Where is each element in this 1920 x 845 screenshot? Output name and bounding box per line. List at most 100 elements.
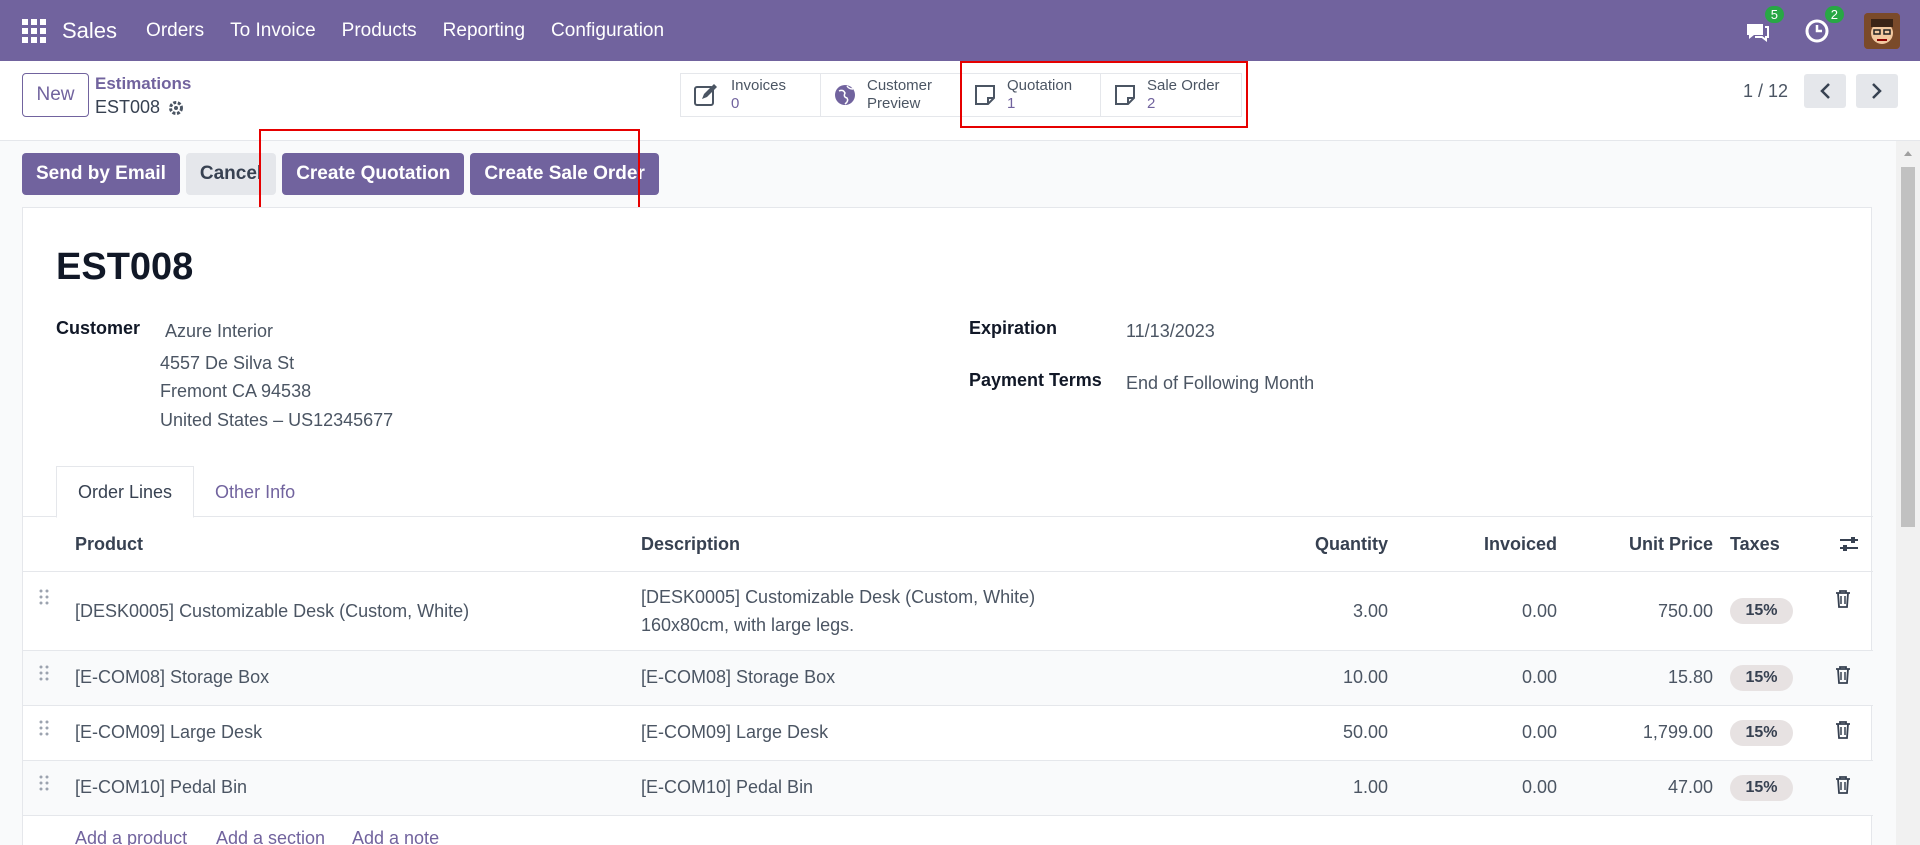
scroll-up-icon[interactable] [1903, 149, 1913, 157]
highlight-smart-buttons [960, 61, 1248, 128]
highlight-create-buttons [259, 129, 640, 212]
form-sheet: EST008 Customer Azure Interior 4557 De S… [22, 207, 1873, 845]
invoices-smart-button[interactable]: Invoices 0 [681, 74, 821, 116]
invoices-label: Invoices [731, 77, 787, 94]
table-row[interactable]: [E-COM10] Pedal Bin [E-COM10] Pedal Bin … [23, 761, 1873, 816]
scrollbar-thumb[interactable] [1901, 167, 1915, 527]
row-tax-badge: 15% [1730, 775, 1793, 801]
gear-icon[interactable] [168, 100, 184, 116]
page-scrollbar[interactable] [1896, 141, 1920, 845]
record-title: EST008 [56, 246, 194, 288]
row-invoiced: 0.00 [1521, 777, 1557, 797]
table-row[interactable]: [E-COM08] Storage Box [E-COM08] Storage … [23, 651, 1873, 706]
row-invoiced: 0.00 [1521, 601, 1557, 621]
pager-previous-button[interactable] [1804, 74, 1846, 108]
drag-handle-icon[interactable] [39, 720, 49, 736]
col-invoiced[interactable]: Invoiced [1453, 534, 1557, 555]
breadcrumb-current: EST008 [95, 97, 184, 118]
row-tax-badge: 15% [1730, 720, 1793, 746]
trash-icon[interactable] [1835, 776, 1851, 794]
activities-button[interactable]: 2 [1804, 5, 1844, 44]
row-quantity: 50.00 [1342, 722, 1388, 742]
pager: 1 / 12 [1743, 74, 1898, 108]
row-description: [E-COM10] Pedal Bin [641, 777, 814, 797]
chevron-left-icon [1820, 83, 1830, 99]
tab-order-lines[interactable]: Order Lines [56, 466, 195, 518]
table-row[interactable]: [DESK0005] Customizable Desk (Custom, Wh… [23, 572, 1873, 651]
row-product: [E-COM08] Storage Box [75, 667, 270, 687]
row-product: [E-COM10] Pedal Bin [75, 777, 248, 797]
breadcrumb-parent[interactable]: Estimations [95, 74, 191, 94]
menu-orders[interactable]: Orders [146, 20, 204, 42]
trash-icon[interactable] [1835, 590, 1851, 608]
messages-badge: 5 [1764, 5, 1784, 23]
pager-value[interactable]: 1 / 12 [1743, 81, 1788, 102]
row-product: [DESK0005] Customizable Desk (Custom, Wh… [75, 601, 470, 621]
row-product: [E-COM09] Large Desk [75, 722, 263, 742]
row-description: [DESK0005] Customizable Desk (Custom, Wh… [641, 587, 1036, 607]
table-row[interactable]: [E-COM09] Large Desk [E-COM09] Large Des… [23, 706, 1873, 761]
row-tax-badge: 15% [1730, 665, 1793, 691]
apps-menu-icon[interactable] [22, 18, 46, 43]
row-tax-badge: 15% [1730, 598, 1793, 624]
row-quantity: 3.00 [1352, 601, 1388, 621]
customer-preview-label-2: Preview [867, 95, 921, 112]
notebook-tabs: Order Lines Other Info [56, 466, 316, 518]
top-navbar: Sales Orders To Invoice Products Reporti… [0, 0, 1920, 61]
customer-address-line2: Fremont CA 94538 [160, 381, 312, 401]
trash-icon[interactable] [1835, 666, 1851, 684]
invoices-count: 0 [731, 95, 740, 112]
add-product-link[interactable]: Add a product [75, 828, 187, 845]
row-description: [E-COM09] Large Desk [641, 722, 829, 742]
expiration-value[interactable]: 11/13/2023 [1126, 321, 1215, 342]
tab-other-info[interactable]: Other Info [194, 466, 316, 518]
customer-label: Customer [56, 318, 141, 338]
breadcrumb-current-label: EST008 [95, 97, 161, 117]
activities-badge: 2 [1824, 5, 1844, 23]
messages-button[interactable]: 5 [1744, 5, 1784, 44]
payment-terms-value[interactable]: End of Following Month [1126, 373, 1314, 394]
optional-columns-icon[interactable] [1839, 535, 1859, 553]
customer-address-line3: United States – US12345677 [160, 410, 394, 430]
menu-to-invoice[interactable]: To Invoice [230, 20, 316, 42]
row-quantity: 10.00 [1342, 667, 1388, 687]
customer-name[interactable]: Azure Interior [165, 321, 273, 342]
col-quantity[interactable]: Quantity [1288, 534, 1388, 555]
chat-icon [1747, 23, 1769, 42]
row-description: [E-COM08] Storage Box [641, 667, 836, 687]
trash-icon[interactable] [1835, 721, 1851, 739]
pager-next-button[interactable] [1856, 74, 1898, 108]
add-note-link[interactable]: Add a note [352, 828, 439, 845]
order-lines-header: Product Description Quantity Invoiced Un… [23, 517, 1873, 572]
payment-terms-label: Payment Terms [969, 370, 1102, 390]
globe-icon [835, 85, 855, 105]
row-quantity: 1.00 [1352, 777, 1388, 797]
row-unit-price: 15.80 [1667, 667, 1713, 687]
menu-products[interactable]: Products [342, 20, 417, 42]
row-invoiced: 0.00 [1521, 722, 1557, 742]
drag-handle-icon[interactable] [39, 589, 49, 605]
app-brand[interactable]: Sales [62, 18, 117, 44]
col-unit-price[interactable]: Unit Price [1613, 534, 1713, 555]
row-unit-price: 750.00 [1657, 601, 1713, 621]
expiration-label: Expiration [969, 318, 1058, 338]
drag-handle-icon[interactable] [39, 665, 49, 681]
drag-handle-icon[interactable] [39, 775, 49, 791]
user-avatar[interactable] [1864, 12, 1900, 49]
send-by-email-button[interactable]: Send by Email [22, 153, 180, 195]
new-button[interactable]: New [22, 73, 89, 117]
row-invoiced: 0.00 [1521, 667, 1557, 687]
col-product[interactable]: Product [75, 534, 143, 555]
col-taxes[interactable]: Taxes [1730, 534, 1780, 555]
customer-address-line1: 4557 De Silva St [160, 353, 295, 373]
row-description-line2: 160x80cm, with large legs. [641, 615, 855, 635]
edit-icon [694, 84, 717, 106]
menu-reporting[interactable]: Reporting [443, 20, 525, 42]
row-unit-price: 1,799.00 [1642, 722, 1713, 742]
clock-icon [1805, 19, 1829, 42]
row-unit-price: 47.00 [1667, 777, 1713, 797]
col-description[interactable]: Description [641, 534, 740, 555]
menu-configuration[interactable]: Configuration [551, 20, 664, 42]
add-section-link[interactable]: Add a section [216, 828, 325, 845]
customer-preview-smart-button[interactable]: Customer Preview [821, 74, 961, 116]
